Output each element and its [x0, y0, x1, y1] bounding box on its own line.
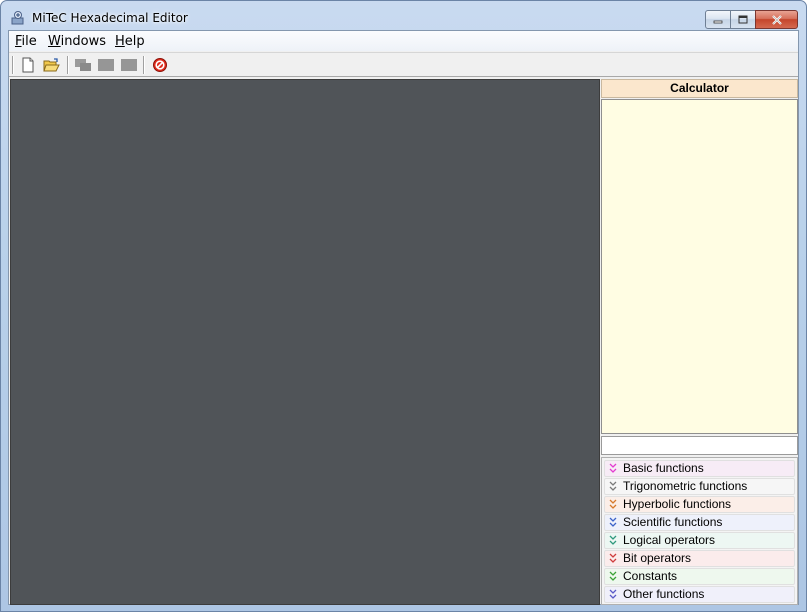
maximize-icon [738, 15, 748, 24]
group-label: Other functions [623, 587, 705, 601]
chevron-down-icon [609, 481, 617, 491]
chevron-down-icon [609, 589, 617, 599]
chevron-down-icon [609, 517, 617, 527]
calculator-title: Calculator [601, 79, 798, 98]
window-title: MiTeC Hexadecimal Editor [32, 11, 188, 25]
stop-button[interactable] [150, 56, 170, 74]
maximize-button[interactable] [730, 10, 756, 29]
group-label: Logical operators [623, 533, 716, 547]
group-label: Trigonometric functions [623, 479, 748, 493]
group-label: Basic functions [623, 461, 704, 475]
arrange-button[interactable] [119, 56, 139, 74]
group-basic-functions[interactable]: Basic functions [604, 460, 795, 477]
chevron-down-icon [609, 463, 617, 473]
toolbar-grip[interactable] [12, 56, 14, 74]
calculator-output[interactable] [601, 99, 798, 434]
group-trigonometric-functions[interactable]: Trigonometric functions [604, 478, 795, 495]
chevron-down-icon [609, 535, 617, 545]
title-bar[interactable]: MiTeC Hexadecimal Editor [1, 1, 806, 30]
toolbar-separator-2 [143, 56, 145, 74]
cascade-button[interactable] [73, 56, 93, 74]
caption-buttons [705, 10, 798, 29]
calculator-expression-input[interactable] [601, 436, 798, 455]
new-file-button[interactable] [18, 56, 38, 74]
client-area: File Windows Help Calculator Basic funct… [8, 30, 799, 605]
menu-windows[interactable]: Windows [48, 34, 106, 49]
group-label: Constants [623, 569, 678, 583]
group-bit-operators[interactable]: Bit operators [604, 550, 795, 567]
mdi-workspace[interactable] [10, 79, 600, 605]
minimize-icon [713, 20, 723, 23]
menu-help-label: elp [124, 34, 145, 49]
group-other-functions[interactable]: Other functions [604, 586, 795, 603]
close-icon [771, 14, 782, 25]
new-file-icon [22, 57, 34, 73]
toolbar [9, 52, 798, 77]
group-scientific-functions[interactable]: Scientific functions [604, 514, 795, 531]
close-button[interactable] [755, 10, 798, 29]
group-label: Bit operators [623, 551, 692, 565]
menu-bar: File Windows Help [9, 31, 798, 51]
chevron-down-icon [609, 571, 617, 581]
app-icon [11, 11, 24, 25]
group-label: Hyperbolic functions [623, 497, 732, 511]
menu-file-label: ile [21, 34, 37, 49]
open-file-button[interactable] [41, 56, 61, 74]
menu-file[interactable]: File [15, 34, 37, 49]
chevron-down-icon [609, 553, 617, 563]
minimize-button[interactable] [705, 10, 731, 29]
chevron-down-icon [609, 499, 617, 509]
group-constants[interactable]: Constants [604, 568, 795, 585]
main-window: MiTeC Hexadecimal Editor File Windows He… [0, 0, 807, 612]
tile-button[interactable] [96, 56, 116, 74]
cascade-icon [75, 59, 91, 71]
group-logical-operators[interactable]: Logical operators [604, 532, 795, 549]
toolbar-separator-1 [67, 56, 69, 74]
group-label: Scientific functions [623, 515, 723, 529]
function-groups: Basic functions Trigonometric functions … [601, 457, 798, 605]
calculator-panel: Calculator Basic functions Trigonometric… [601, 79, 798, 605]
menu-windows-accel: W [48, 34, 61, 49]
group-hyperbolic-functions[interactable]: Hyperbolic functions [604, 496, 795, 513]
menu-help-accel: H [115, 34, 125, 49]
tile-icon [98, 59, 114, 71]
menu-windows-label: indows [60, 34, 107, 49]
arrange-icon [121, 59, 137, 71]
open-folder-icon [42, 58, 60, 72]
stop-icon [153, 58, 167, 72]
menu-help[interactable]: Help [115, 34, 145, 49]
